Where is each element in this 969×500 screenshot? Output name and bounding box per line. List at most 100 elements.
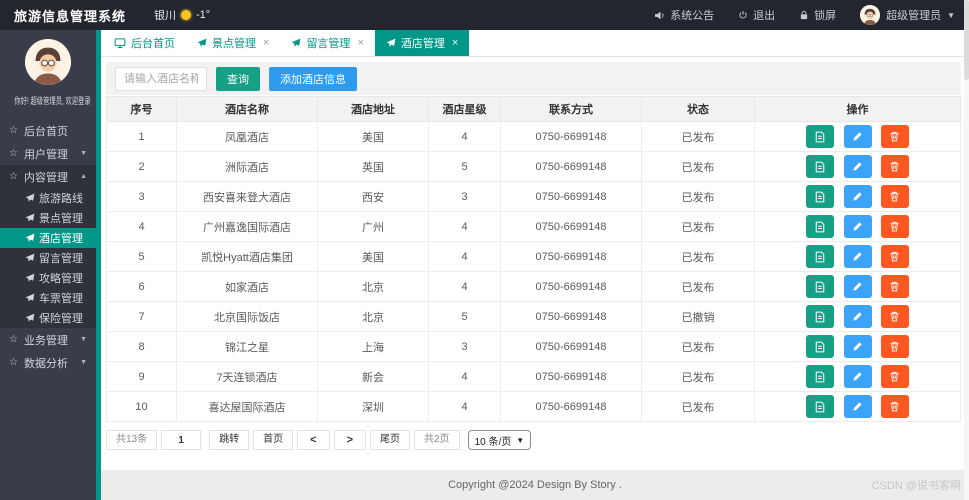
sidebar-item-home[interactable]: ☆ 后台首页 <box>0 119 96 142</box>
logout-button[interactable]: 退出 <box>738 7 775 23</box>
cell-no: 1 <box>106 121 177 152</box>
caret-icon: ▲ <box>80 173 87 180</box>
jump-button[interactable]: 跳转 <box>209 430 250 450</box>
first-page-button[interactable]: 首页 <box>253 430 294 450</box>
close-icon[interactable]: × <box>357 37 363 49</box>
trash-icon <box>889 311 900 322</box>
sidebar-item-content-mgmt[interactable]: ☆ 内容管理 ▲ <box>0 165 96 188</box>
tab-label: 留言管理 <box>306 38 351 50</box>
cell-address: 美国 <box>317 241 429 272</box>
edit-button[interactable] <box>843 305 872 328</box>
sidebar-item-message-mgmt[interactable]: 留言管理 <box>0 248 96 268</box>
next-page-button[interactable]: > <box>333 430 366 450</box>
scrollbar[interactable] <box>964 0 969 500</box>
sidebar-item-hotel-mgmt[interactable]: 酒店管理 <box>0 228 96 248</box>
trash-icon <box>889 161 900 172</box>
cell-no: 10 <box>106 391 177 422</box>
status-text: 已发布 <box>641 361 755 392</box>
sidebar-item-user-mgmt[interactable]: ☆ 用户管理 ▼ <box>0 142 96 165</box>
edit-button[interactable] <box>843 245 872 268</box>
last-page-button[interactable]: 尾页 <box>370 430 410 450</box>
delete-button[interactable] <box>880 155 909 178</box>
cell-actions <box>754 241 961 272</box>
status-text: 已发布 <box>641 151 755 182</box>
star-icon: ☆ <box>9 171 18 182</box>
delete-button[interactable] <box>880 215 909 238</box>
search-button[interactable]: 查询 <box>216 66 260 91</box>
sidebar-item-label: 攻略管理 <box>39 273 83 285</box>
chevron-down-icon: ▼ <box>516 435 525 445</box>
scrollbar-thumb[interactable] <box>964 0 969 80</box>
view-button[interactable] <box>806 185 835 208</box>
prev-page-button[interactable]: < <box>297 430 330 450</box>
delete-button[interactable] <box>880 185 909 208</box>
sidebar-item-insurance-mgmt[interactable]: 保险管理 <box>0 308 96 328</box>
sidebar-item-scenic-mgmt[interactable]: 景点管理 <box>0 208 96 228</box>
page-number-input[interactable] <box>161 430 202 450</box>
pencil-icon <box>852 281 863 292</box>
table-row: 9 7天连锁酒店 新会 4 0750-6699148 已发布 <box>106 361 961 392</box>
tab-message-mgmt[interactable]: 留言管理 × <box>280 30 374 56</box>
edit-button[interactable] <box>843 185 872 208</box>
edit-button[interactable] <box>843 395 872 418</box>
cell-stars: 3 <box>428 331 501 362</box>
cell-phone: 0750-6699148 <box>500 301 642 332</box>
sidebar-item-ticket-mgmt[interactable]: 车票管理 <box>0 288 96 308</box>
sidebar-menu: ☆ 后台首页 ☆ 用户管理 ▼ ☆ 内容管理 ▲ 旅游路线 景点管理 酒店管理 … <box>0 119 96 374</box>
delete-button[interactable] <box>880 305 909 328</box>
status-text: 已发布 <box>641 181 755 212</box>
sidebar-item-business-mgmt[interactable]: ☆ 业务管理 ▼ <box>0 328 96 351</box>
sidebar-item-guide-mgmt[interactable]: 攻略管理 <box>0 268 96 288</box>
status-text: 已发布 <box>641 241 755 272</box>
delete-button[interactable] <box>880 275 909 298</box>
edit-button[interactable] <box>843 125 872 148</box>
lock-screen-button[interactable]: 锁屏 <box>799 7 836 23</box>
col-header-status: 状态 <box>641 96 755 122</box>
tab-hotel-mgmt[interactable]: 酒店管理 × <box>374 30 470 56</box>
delete-button[interactable] <box>880 395 909 418</box>
cell-actions <box>754 121 961 152</box>
sidebar-item-travel-route[interactable]: 旅游路线 <box>0 188 96 208</box>
cell-phone: 0750-6699148 <box>500 211 642 242</box>
cell-hotel-name: 7天连锁酒店 <box>176 361 318 392</box>
table-header-row: 序号 酒店名称 酒店地址 酒店星级 联系方式 状态 操作 <box>106 96 961 122</box>
edit-button[interactable] <box>843 275 872 298</box>
table-row: 2 洲际酒店 英国 5 0750-6699148 已发布 <box>106 151 961 182</box>
view-button[interactable] <box>806 395 835 418</box>
edit-button[interactable] <box>843 215 872 238</box>
announcements-button[interactable]: 系统公告 <box>654 7 714 23</box>
edit-button[interactable] <box>843 335 872 358</box>
trash-icon <box>889 131 900 142</box>
view-button[interactable] <box>806 245 835 268</box>
close-icon[interactable]: × <box>452 37 458 49</box>
tab-home[interactable]: 后台首页 <box>103 30 186 56</box>
close-icon[interactable]: × <box>263 37 269 49</box>
cell-stars: 4 <box>428 211 501 242</box>
page-size-select[interactable]: 10 条/页 ▼ <box>467 430 532 450</box>
user-menu[interactable]: 超级管理员 ▼ <box>860 5 955 25</box>
star-icon: ☆ <box>9 148 18 159</box>
edit-button[interactable] <box>843 365 872 388</box>
tab-scenic-mgmt[interactable]: 景点管理 × <box>186 30 280 56</box>
view-button[interactable] <box>806 155 835 178</box>
sidebar-item-data-analysis[interactable]: ☆ 数据分析 ▼ <box>0 351 96 374</box>
cell-no: 9 <box>106 361 177 392</box>
cell-address: 广州 <box>317 211 429 242</box>
sidebar-item-label: 数据分析 <box>24 357 68 370</box>
view-button[interactable] <box>806 335 835 358</box>
delete-button[interactable] <box>880 125 909 148</box>
search-input[interactable] <box>115 66 207 91</box>
view-button[interactable] <box>806 275 835 298</box>
delete-button[interactable] <box>880 335 909 358</box>
add-hotel-button[interactable]: 添加酒店信息 <box>269 66 357 91</box>
delete-button[interactable] <box>880 245 909 268</box>
view-button[interactable] <box>806 365 835 388</box>
trash-icon <box>889 401 900 412</box>
edit-button[interactable] <box>843 155 872 178</box>
copyright-text: Copyright @2024 Design By Story . <box>448 479 622 491</box>
monitor-icon <box>114 37 126 49</box>
view-button[interactable] <box>806 215 835 238</box>
view-button[interactable] <box>806 125 835 148</box>
delete-button[interactable] <box>880 365 909 388</box>
view-button[interactable] <box>806 305 835 328</box>
